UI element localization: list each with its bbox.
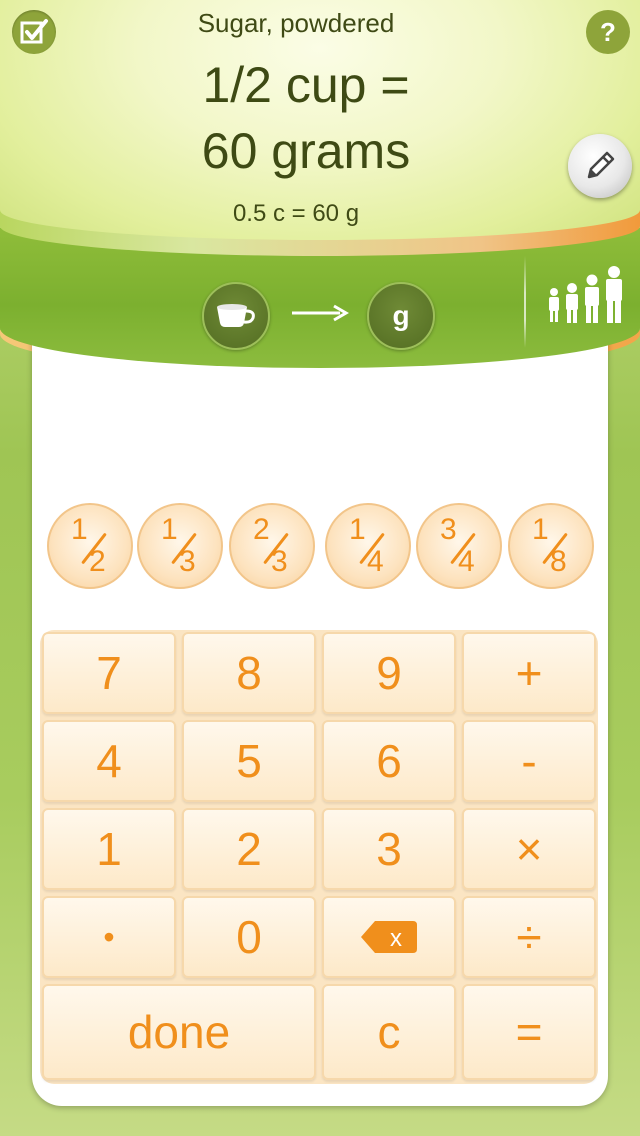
unit-bar-divider	[524, 256, 526, 348]
key-divide[interactable]: ÷	[462, 896, 596, 978]
fraction-button-3-4[interactable]: 3 4	[416, 503, 502, 589]
cup-icon	[217, 304, 255, 327]
fraction-denominator: 4	[458, 545, 475, 578]
fraction-denominator: 8	[550, 545, 567, 578]
key-times[interactable]: ×	[462, 808, 596, 890]
pencil-icon	[587, 151, 615, 179]
conversion-short-result: 0.5 c = 60 g	[232, 200, 360, 227]
from-unit-button[interactable]	[202, 282, 270, 350]
done-button[interactable]: done	[42, 984, 316, 1080]
fraction-numerator: 1	[532, 513, 549, 546]
fraction-numerator: 1	[349, 513, 366, 546]
key-plus[interactable]: +	[462, 632, 596, 714]
key-7[interactable]: 7	[42, 632, 176, 714]
fraction-denominator: 4	[367, 545, 384, 578]
people-scale-icon[interactable]	[546, 266, 628, 326]
key-4[interactable]: 4	[42, 720, 176, 802]
key-decimal-point[interactable]: •	[42, 896, 176, 978]
fraction-button-2-3[interactable]: 2 3	[229, 503, 315, 589]
help-button[interactable]: ?	[586, 10, 630, 54]
conversion-result-line2: 60 grams	[201, 123, 411, 179]
key-backspace[interactable]: x	[322, 896, 456, 978]
to-unit-button[interactable]: g	[367, 282, 435, 350]
fraction-numerator: 2	[253, 513, 270, 546]
fraction-numerator: 3	[440, 513, 457, 546]
key-9[interactable]: 9	[322, 632, 456, 714]
arrow-right-icon	[292, 304, 349, 322]
key-2[interactable]: 2	[182, 808, 316, 890]
key-8[interactable]: 8	[182, 632, 316, 714]
key-0[interactable]: 0	[182, 896, 316, 978]
fraction-numerator: 1	[161, 513, 178, 546]
clear-button[interactable]: c	[322, 984, 456, 1080]
fraction-denominator: 2	[89, 545, 106, 578]
backspace-icon: x	[361, 921, 417, 953]
fraction-denominator: 3	[179, 545, 196, 578]
backspace-glyph: x	[390, 925, 402, 952]
conversion-result-line1: 1/2 cup =	[202, 57, 410, 113]
fraction-button-1-4[interactable]: 1 4	[325, 503, 411, 589]
fraction-button-1-3[interactable]: 1 3	[137, 503, 223, 589]
key-minus[interactable]: -	[462, 720, 596, 802]
key-5[interactable]: 5	[182, 720, 316, 802]
key-3[interactable]: 3	[322, 808, 456, 890]
food-name[interactable]: Sugar, powdered	[0, 8, 592, 39]
edit-button[interactable]	[568, 134, 632, 198]
key-1[interactable]: 1	[42, 808, 176, 890]
fraction-numerator: 1	[71, 513, 88, 546]
equals-button[interactable]: =	[462, 984, 596, 1080]
fraction-denominator: 3	[271, 545, 288, 578]
key-6[interactable]: 6	[322, 720, 456, 802]
fraction-button-1-2[interactable]: 1 2	[47, 503, 133, 589]
fraction-button-1-8[interactable]: 1 8	[508, 503, 594, 589]
